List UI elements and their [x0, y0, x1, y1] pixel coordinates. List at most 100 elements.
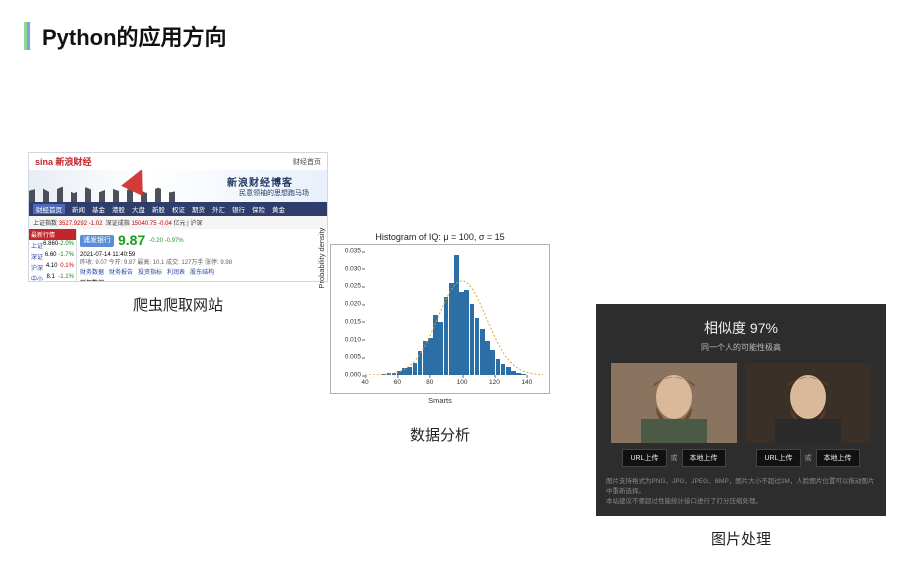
caption-image: 图片处理: [711, 528, 771, 549]
photo-card-left: URL上传 或 本地上传: [611, 363, 737, 467]
histogram-bar: [516, 373, 521, 375]
histogram-bar: [496, 359, 501, 375]
year-link[interactable]: 2017: [175, 280, 188, 282]
url-upload-button-left[interactable]: URL上传: [622, 449, 666, 467]
title-bar: Python的应用方向: [0, 0, 920, 52]
banner: 新浪财经博客 民意领袖的思想跑马场: [29, 170, 327, 202]
histogram-bar: [464, 290, 469, 375]
nav-item[interactable]: 新闻: [72, 204, 85, 214]
nav-item[interactable]: 港股: [112, 204, 125, 214]
side-row: 深证6.60-1.7%: [29, 251, 76, 262]
nav-item[interactable]: 新股: [152, 204, 165, 214]
year-link[interactable]: 2014: [227, 280, 240, 282]
or-label: 或: [805, 453, 812, 463]
nav-item[interactable]: 银行: [232, 204, 245, 214]
histogram-bar: [454, 255, 459, 375]
histogram-bar: [407, 367, 412, 376]
subnav-item[interactable]: 财务报告: [109, 269, 133, 277]
x-tick: 140: [521, 379, 532, 386]
year-link[interactable]: 2021: [106, 280, 119, 282]
panel-analysis: Histogram of IQ: μ = 100, σ = 15 Probabi…: [330, 232, 550, 445]
accent-icon: [24, 22, 30, 50]
footnote: 图片支持格式为PNG、JPG、JPEG、BMP，图片大小不超过2M，人脸图片位置…: [606, 477, 876, 506]
nav-item[interactable]: 财经首页: [33, 204, 65, 214]
histogram-bar: [490, 350, 495, 375]
histogram-bar: [511, 371, 516, 375]
finance-nav: 财经首页新闻基金港股大盘新股权证期货外汇银行保险黄金: [29, 202, 327, 216]
histogram-bar: [480, 329, 485, 375]
y-tick: 0.030: [345, 265, 361, 272]
histogram-bar: [428, 338, 433, 375]
histogram-bar: [387, 373, 392, 375]
histogram-bar: [381, 374, 386, 375]
year-link[interactable]: 2011: [279, 280, 292, 282]
y-tick: 0.000: [345, 372, 361, 379]
local-upload-button-left[interactable]: 本地上传: [682, 449, 726, 467]
x-tick: 120: [489, 379, 500, 386]
nav-item[interactable]: 权证: [172, 204, 185, 214]
banner-sub: 民意领袖的思想跑马场: [239, 188, 309, 198]
year-link[interactable]: 2015: [210, 280, 223, 282]
histogram-bar: [402, 368, 407, 375]
nav-item[interactable]: 基金: [92, 204, 105, 214]
x-tick: 100: [457, 379, 468, 386]
histogram-bar: [438, 322, 443, 375]
chart-title: Histogram of IQ: μ = 100, σ = 15: [330, 232, 550, 242]
local-upload-button-right[interactable]: 本地上传: [816, 449, 860, 467]
histogram-bar: [506, 367, 511, 375]
caption-crawler: 爬虫爬取网站: [133, 294, 223, 315]
nav-right: 财经首页: [293, 157, 321, 167]
histogram-figure: Histogram of IQ: μ = 100, σ = 15 Probabi…: [330, 232, 550, 394]
nav-item[interactable]: 外汇: [212, 204, 225, 214]
side-row: 上证6.860-2.0%: [29, 240, 76, 251]
year-link[interactable]: 2016: [192, 280, 205, 282]
histogram-bar: [470, 304, 475, 375]
histogram-bar: [392, 373, 397, 375]
histogram-bar: [444, 297, 449, 375]
subnav-item[interactable]: 投资指标: [138, 269, 162, 277]
histogram-bar: [413, 363, 418, 375]
year-link[interactable]: 2020: [123, 280, 136, 282]
site-logo: sina 新浪财经: [35, 155, 92, 168]
x-axis-label: Smarts: [428, 396, 452, 405]
side-panel: 最新行情 上证6.860-2.0%深证6.60-1.7%沪深4.100.1%中小…: [29, 229, 77, 282]
photo-card-right: URL上传 或 本地上传: [745, 363, 871, 467]
panel-crawler: sina 新浪财经 财经首页 新浪财经博客 民意领袖的思想跑马场 财经首页新闻基…: [28, 152, 328, 315]
caption-analysis: 数据分析: [410, 424, 470, 445]
nav-item[interactable]: 期货: [192, 204, 205, 214]
histogram-bar: [433, 315, 438, 375]
nav-item[interactable]: 保险: [252, 204, 265, 214]
or-label: 或: [671, 453, 678, 463]
y-tick: 0.005: [345, 354, 361, 361]
subnav-item[interactable]: 股东结构: [190, 269, 214, 277]
year-link[interactable]: 2013: [245, 280, 258, 282]
histogram-bar: [501, 364, 506, 375]
y-tick: 0.025: [345, 283, 361, 290]
x-tick: 60: [394, 379, 401, 386]
histogram-bar: [459, 292, 464, 375]
content-panel: 浦发银行 9.87 -0.20 -0.97% 2021-07-14 11:40:…: [77, 229, 327, 282]
histogram-bar: [418, 351, 423, 375]
side-row: 沪深4.100.1%: [29, 262, 76, 273]
nav-item[interactable]: 大盘: [132, 204, 145, 214]
face-compare-widget: 相似度 97% 同一个人的可能性极高 URL上传 或 本地上传: [596, 304, 886, 516]
histogram-bar: [423, 341, 428, 375]
url-upload-button-right[interactable]: URL上传: [756, 449, 800, 467]
finance-site-screenshot: sina 新浪财经 财经首页 新浪财经博客 民意领袖的思想跑马场 财经首页新闻基…: [28, 152, 328, 282]
y-axis-label: Probability density: [317, 228, 326, 289]
year-link[interactable]: 2019: [140, 280, 153, 282]
y-tick: 0.035: [345, 248, 361, 255]
nav-item[interactable]: 黄金: [272, 204, 285, 214]
subnav-item[interactable]: 财务数据: [80, 269, 104, 277]
subnav-item[interactable]: 利润表: [167, 269, 185, 277]
y-tick: 0.015: [345, 318, 361, 325]
histogram-bar: [485, 341, 490, 375]
similarity-score: 相似度 97%: [606, 318, 876, 338]
banner-title: 新浪财经博客: [227, 174, 293, 189]
year-link[interactable]: 2018: [158, 280, 171, 282]
year-link[interactable]: 2012: [262, 280, 275, 282]
side-row: 中小8.1-1.1%: [29, 273, 76, 282]
histogram-bar: [521, 374, 526, 375]
histogram-bar: [475, 318, 480, 375]
slide-title: Python的应用方向: [42, 20, 227, 52]
